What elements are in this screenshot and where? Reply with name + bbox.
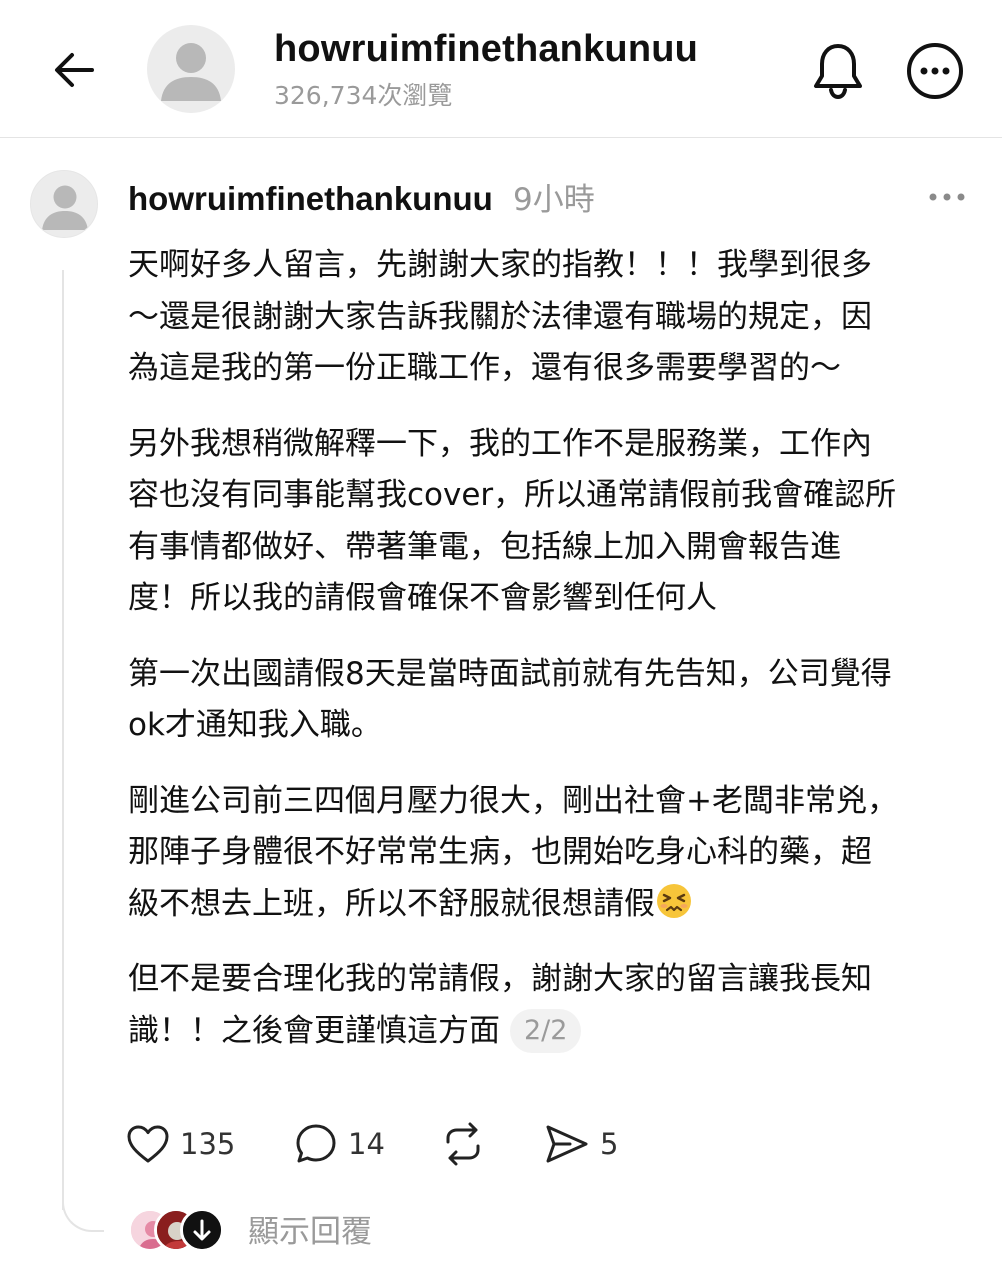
more-horizontal-icon (929, 193, 965, 201)
text-line-with-emoji: 級不想去上班，所以不舒服就很想請假 (128, 879, 978, 931)
person-icon (161, 43, 221, 101)
profile-avatar[interactable] (147, 25, 235, 113)
show-replies-link[interactable]: 顯示回覆 (248, 1210, 372, 1254)
comment-button[interactable]: 14 (294, 1116, 385, 1172)
text-line: 天啊好多人留言，先謝謝大家的指教！！！我學到很多 (128, 247, 872, 283)
text-line: ～還是很謝謝大家告訴我關於法律還有職場的規定，因 (128, 298, 872, 335)
text-line: 另外我想稍微解釋一下，我的工作不是服務業，工作內 (128, 425, 872, 462)
post-timestamp: 9小時 (513, 182, 595, 218)
text-line: 容也沒有同事能幫我cover，所以通常請假前我會確認所 (128, 477, 897, 513)
thread-connector (62, 1190, 104, 1232)
text-line: ok才通知我入職。 (128, 707, 382, 743)
header-username[interactable]: howruimfinethankunuu (274, 26, 698, 72)
more-horizontal-icon (907, 43, 963, 99)
repost-button[interactable] (440, 1116, 486, 1172)
view-count: 326,734次瀏覽 (274, 81, 453, 110)
share-button[interactable]: 5 (544, 1116, 618, 1172)
post-author-avatar[interactable] (30, 170, 98, 238)
heart-icon (127, 1125, 169, 1163)
like-count: 135 (180, 1127, 236, 1161)
arrow-down-icon (183, 1211, 221, 1249)
text-line: 但不是要合理化我的常請假，謝謝大家的留言讓我長知 (128, 961, 872, 997)
text-line: 為這是我的第一份正職工作，還有很多需要學習的～ (128, 350, 841, 386)
post-paragraph: 另外我想稍微解釋一下，我的工作不是服務業，工作內 容也沒有同事能幫我cover，… (128, 419, 978, 625)
back-arrow-icon (55, 53, 94, 87)
text-line: 第一次出國請假8天是當時面試前就有先告知，公司覺得 (128, 655, 892, 692)
text-line: 識！！之後會更謹慎這方面 (128, 1012, 500, 1049)
post-paragraph: 天啊好多人留言，先謝謝大家的指教！！！我學到很多 ～還是很謝謝大家告訴我關於法律… (128, 240, 978, 395)
post-paragraph: 但不是要合理化我的常請假，謝謝大家的留言讓我長知 識！！之後會更謹慎這方面 2/2 (128, 954, 978, 1057)
notification-button[interactable] (808, 38, 868, 102)
text-line: 那陣子身體很不好常常生病，也開始吃身心科的藥，超 (128, 834, 872, 870)
text-line-with-badge: 識！！之後會更謹慎這方面 2/2 (128, 1006, 978, 1058)
comment-icon (296, 1124, 336, 1163)
comment-count: 14 (348, 1127, 385, 1161)
text-line: 剛進公司前三四個月壓力很大，剛出社會+老闆非常兇， (128, 782, 898, 819)
text-line: 有事情都做好、帶著筆電，包括線上加入開會報告進 (128, 528, 841, 565)
post-more-button[interactable] (922, 180, 972, 214)
repost-icon (446, 1122, 480, 1166)
share-count: 5 (600, 1127, 619, 1161)
text-line: 度！所以我的請假會確保不會影響到任何人 (128, 580, 717, 616)
text-line: 級不想去上班，所以不舒服就很想請假 (128, 885, 655, 922)
post-author-name[interactable]: howruimfinethankunuu (128, 178, 493, 220)
persevering-face-emoji (657, 883, 691, 918)
bell-icon (814, 44, 862, 100)
send-icon (546, 1125, 588, 1163)
top-bar: howruimfinethankunuu 326,734次瀏覽 (0, 0, 1002, 138)
back-button[interactable] (46, 44, 102, 96)
more-options-button[interactable] (904, 40, 966, 102)
like-button[interactable]: 135 (126, 1116, 235, 1172)
post-body: 天啊好多人留言，先謝謝大家的指教！！！我學到很多 ～還是很謝謝大家告訴我關於法律… (128, 240, 978, 1081)
post-paragraph: 第一次出國請假8天是當時面試前就有先告知，公司覺得 ok才通知我入職。 (128, 649, 978, 752)
post-paragraph: 剛進公司前三四個月壓力很大，剛出社會+老闆非常兇， 那陣子身體很不好常常生病，也… (128, 776, 978, 931)
person-icon (42, 185, 88, 230)
reply-expand-badge (180, 1208, 224, 1252)
thread-line (62, 270, 64, 1210)
thread-page-indicator: 2/2 (510, 1008, 582, 1053)
